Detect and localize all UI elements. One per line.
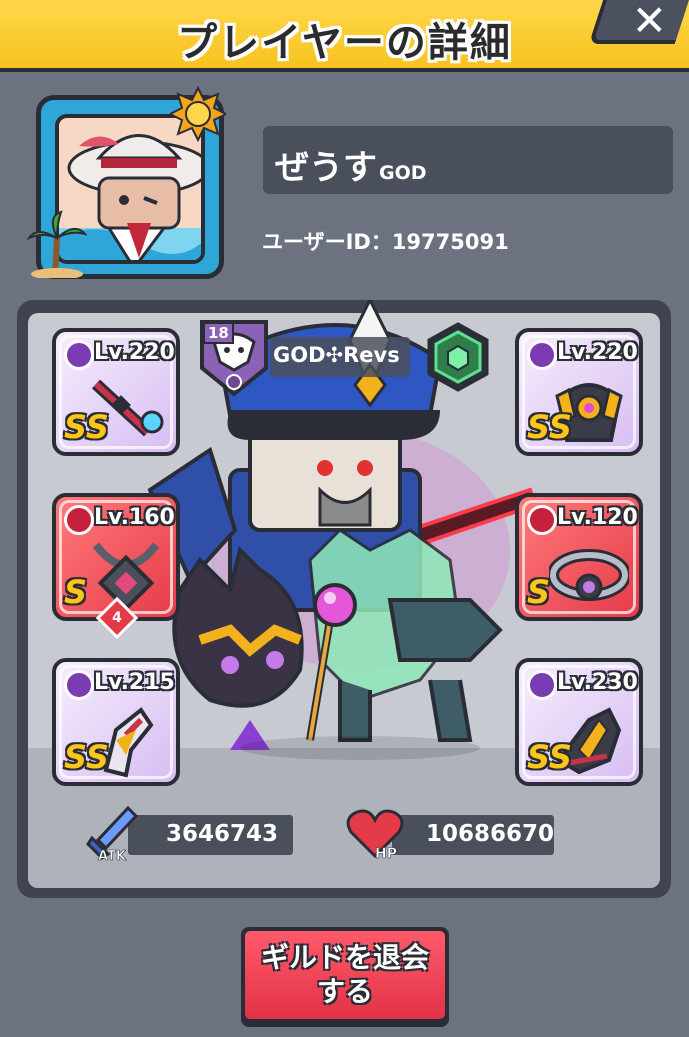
glove-type-icon: [64, 670, 94, 700]
atk-stat-box: 3646743: [128, 815, 293, 855]
rank-badge: SS: [64, 738, 109, 776]
leave-guild-label-line1: ギルドを退会: [260, 941, 429, 974]
atk-value: 3646743: [166, 821, 279, 847]
rank-badge: SS: [64, 408, 109, 446]
slot-level: Lv.230: [557, 670, 638, 695]
slot-level: Lv.160: [94, 505, 175, 530]
page-title: プレイヤーの詳細: [177, 20, 512, 66]
player-name-box: ぜうす GOD: [263, 126, 673, 194]
equipment-slot-belt[interactable]: Lv.120 S: [515, 493, 643, 621]
equipment-slot-gloves[interactable]: Lv.215 SS: [52, 658, 180, 786]
player-name: ぜうす: [275, 148, 377, 188]
rank-badge: SS: [527, 408, 572, 446]
necklace-icon: [92, 542, 160, 612]
equipment-slot-boots[interactable]: Lv.230 SS: [515, 658, 643, 786]
palm-tree-icon: [27, 210, 87, 278]
hp-label: HP: [375, 846, 397, 862]
necklace-type-icon: [64, 505, 94, 535]
user-id: ユーザーID：19775091: [262, 230, 509, 254]
rank-badge: S: [64, 573, 88, 611]
hexagon-gem-icon: [427, 322, 489, 392]
player-title-tag: GOD: [379, 162, 427, 184]
hp-stat-box: 10686670: [392, 815, 554, 855]
sword-type-icon: [64, 340, 94, 370]
guild-level-badge: 18: [203, 322, 234, 344]
header-bar: プレイヤーの詳細: [0, 0, 689, 72]
armor-type-icon: [527, 340, 557, 370]
belt-type-icon: [527, 505, 557, 535]
equipment-slot-weapon[interactable]: Lv.220 SS: [52, 328, 180, 456]
heart-icon: HP: [346, 809, 404, 862]
hp-value: 10686670: [426, 821, 555, 847]
rank-badge: S: [527, 573, 551, 611]
slot-level: Lv.215: [94, 670, 175, 695]
leave-guild-label-line2: する: [316, 975, 373, 1008]
boot-type-icon: [527, 670, 557, 700]
slot-level: Lv.120: [557, 505, 638, 530]
leave-guild-button[interactable]: ギルドを退会 する: [241, 927, 449, 1027]
equipment-slot-necklace[interactable]: Lv.160 S 4: [52, 493, 180, 640]
equipment-slot-armor[interactable]: Lv.220 SS: [515, 328, 643, 456]
sword-icon: ATK: [86, 805, 139, 864]
rank-badge: SS: [527, 738, 572, 776]
belt-icon: [549, 549, 629, 601]
sun-icon: [170, 86, 226, 142]
slot-level: Lv.220: [557, 340, 638, 365]
guild-name[interactable]: GOD✣Revs: [273, 343, 400, 367]
close-icon[interactable]: ✕: [632, 0, 667, 45]
slot-level: Lv.220: [94, 340, 175, 365]
atk-label: ATK: [98, 849, 127, 864]
